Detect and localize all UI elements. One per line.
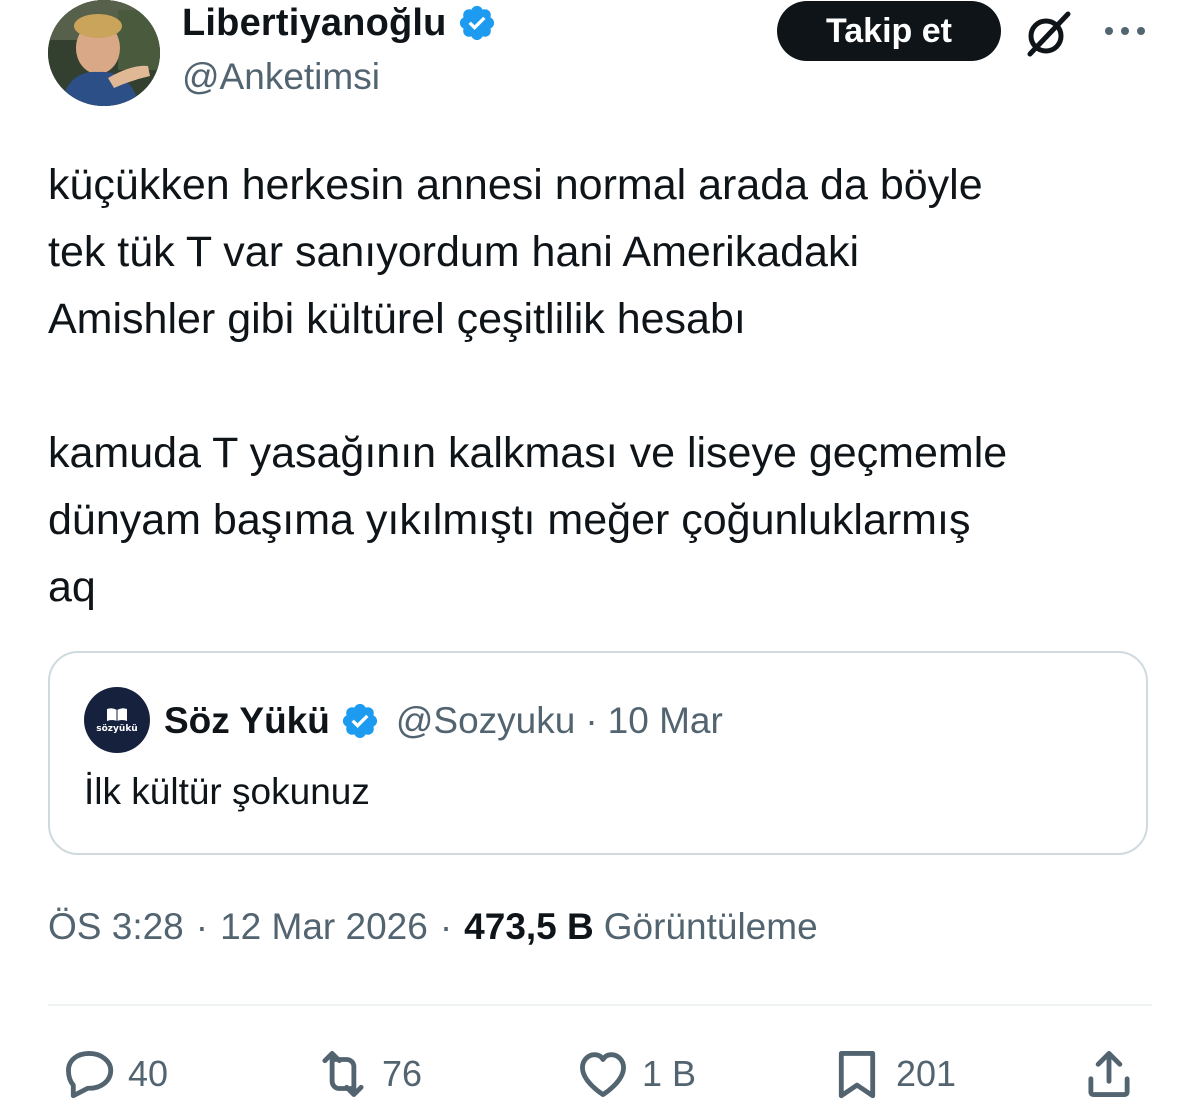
tweet-paragraph: küçükken herkesin annesi normal arada da…	[48, 161, 983, 343]
quoted-tweet-header: Söz Yükü @Sozyuku · 10 Mar	[164, 697, 723, 745]
repost-button[interactable]: 76	[314, 1044, 422, 1104]
follow-button[interactable]: Takip et	[777, 1, 1001, 61]
quoted-avatar-logo-text: sözyükü	[96, 724, 138, 734]
verified-badge-icon	[459, 5, 494, 41]
tweet-time[interactable]: ÖS 3:28	[48, 906, 184, 948]
author-display-name[interactable]: Libertiyanoğlu	[182, 2, 447, 45]
views-count[interactable]: 473,5 B	[464, 906, 594, 948]
tweet-text: küçükken herkesin annesi normal arada da…	[48, 152, 1158, 621]
verified-badge-icon	[342, 703, 377, 739]
grok-icon[interactable]	[1022, 8, 1074, 60]
author-handle[interactable]: @Anketimsi	[182, 56, 380, 98]
like-count: 1 B	[642, 1053, 697, 1094]
reply-count: 40	[128, 1053, 169, 1094]
share-icon	[1088, 1051, 1130, 1097]
reply-icon	[66, 1051, 114, 1099]
bookmark-count: 201	[896, 1053, 957, 1094]
quoted-tweet-card[interactable]: sözyükü Söz Yükü @Sozyuku · 10 Mar İlk k…	[48, 651, 1148, 855]
like-icon	[580, 1052, 626, 1097]
quoted-author-name[interactable]: Söz Yükü	[164, 700, 330, 742]
author-avatar[interactable]	[48, 0, 160, 106]
views-label: Görüntüleme	[603, 906, 818, 947]
divider	[48, 1004, 1152, 1006]
tweet-paragraph: kamuda T yasağının kalkması ve liseye ge…	[48, 429, 1008, 611]
bookmark-icon	[838, 1051, 876, 1099]
author-name-row[interactable]: Libertiyanoğlu	[182, 0, 497, 46]
reply-button[interactable]: 40	[60, 1044, 168, 1104]
quoted-separator: ·	[585, 700, 598, 741]
quoted-tweet-date[interactable]: 10 Mar	[608, 700, 723, 742]
share-button[interactable]	[1080, 1044, 1138, 1104]
avatar-image	[48, 0, 160, 106]
meta-separator: ·	[439, 906, 453, 947]
repost-count: 76	[382, 1053, 423, 1094]
quoted-author-avatar[interactable]: sözyükü	[84, 687, 150, 753]
meta-separator: ·	[195, 906, 209, 947]
tweet-meta: ÖS 3:28 · 12 Mar 2026 · 473,5 B Görüntül…	[48, 906, 818, 948]
repost-icon	[322, 1051, 364, 1097]
like-button[interactable]: 1 B	[574, 1044, 696, 1104]
bookmark-button[interactable]: 201	[828, 1044, 956, 1104]
quoted-author-handle[interactable]: @Sozyuku	[396, 700, 575, 742]
tweet-date[interactable]: 12 Mar 2026	[220, 906, 428, 948]
book-icon	[107, 708, 127, 721]
quoted-tweet-text: İlk kültür şokunuz	[84, 771, 370, 812]
more-options-icon[interactable]	[1100, 20, 1150, 42]
